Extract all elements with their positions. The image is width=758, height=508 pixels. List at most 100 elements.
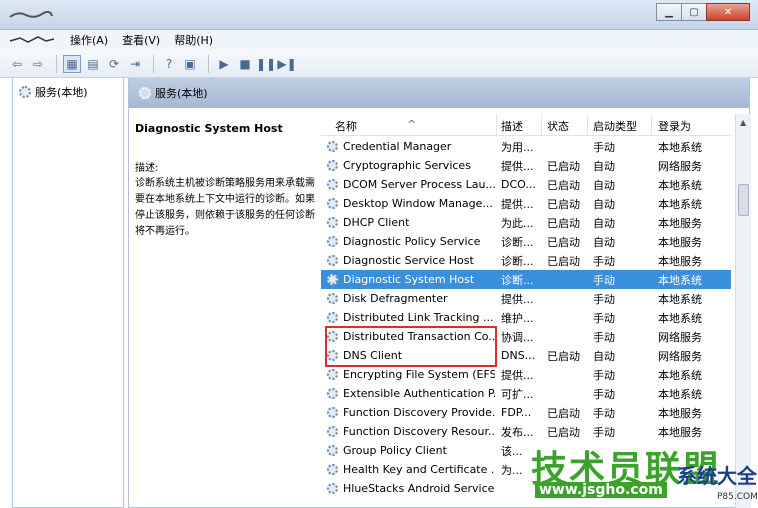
export-icon[interactable]: ⇥ xyxy=(126,55,144,73)
description-text: 诊断系统主机被诊断策略服务用来承载需要在本地系统上下文中运行的诊断。如果停止该服… xyxy=(135,178,315,237)
service-startup-type: 自动 xyxy=(593,159,615,173)
menu-help[interactable]: 帮助(H) xyxy=(174,32,213,48)
service-startup-type: 自动 xyxy=(593,197,615,211)
service-gear-icon xyxy=(327,293,338,304)
column-logon[interactable]: 登录为 xyxy=(658,118,691,134)
service-name: Cryptographic Services xyxy=(343,159,471,172)
service-startup-type: 手动 xyxy=(593,273,615,287)
column-separator[interactable] xyxy=(496,114,497,136)
service-row[interactable]: DHCP Client 为此... 已启动 自动 本地服务 xyxy=(321,213,731,232)
service-row[interactable]: Function Discovery Provide... FDP... 已启动 手动… xyxy=(321,403,731,422)
service-status: 已启动 xyxy=(547,425,580,439)
service-status: 已启动 xyxy=(547,406,580,420)
service-row[interactable]: Diagnostic Policy Service 诊断... 已启动 自动 本地服务 xyxy=(321,232,731,251)
service-startup-type: 手动 xyxy=(593,254,615,268)
tree-item-services-local[interactable]: 服务(本地) xyxy=(19,84,88,100)
service-startup-type: 手动 xyxy=(593,425,615,439)
service-gear-icon xyxy=(327,160,338,171)
service-row[interactable]: Credential Manager 为用... 手动 本地系统 xyxy=(321,137,731,156)
app-icon xyxy=(9,10,53,18)
service-gear-icon xyxy=(327,274,338,285)
scroll-up-icon[interactable]: ▲ xyxy=(740,118,746,127)
service-logon: 本地服务 xyxy=(658,425,702,439)
service-gear-icon xyxy=(327,198,338,209)
column-startup-type[interactable]: 启动类型 xyxy=(593,118,637,134)
pause-service-icon[interactable]: ❚❚ xyxy=(256,55,276,73)
service-row[interactable]: Cryptographic Services 提供... 已启动 自动 网络服务 xyxy=(321,156,731,175)
service-gear-icon xyxy=(327,255,338,266)
service-description: 提供... xyxy=(501,159,534,173)
service-startup-type: 手动 xyxy=(593,311,615,325)
service-startup-type: 手动 xyxy=(593,406,615,420)
service-status: 已启动 xyxy=(547,197,580,211)
properties-icon[interactable]: ▤ xyxy=(84,55,102,73)
service-logon: 本地系统 xyxy=(658,197,702,211)
service-description: 提供... xyxy=(501,197,534,211)
window-controls: ▁ ▢ ✕ xyxy=(656,3,750,21)
service-row[interactable]: Encrypting File System (EFS) 提供... 手动 本地系统 xyxy=(321,365,731,384)
file-menu[interactable] xyxy=(8,34,56,46)
service-description: 诊断... xyxy=(501,235,534,249)
service-name: Encrypting File System (EFS) xyxy=(343,368,495,381)
service-startup-type: 手动 xyxy=(593,140,615,154)
help-icon[interactable]: ? xyxy=(160,55,178,73)
highlight-box xyxy=(325,326,497,367)
service-gear-icon xyxy=(327,236,338,247)
service-gear-icon xyxy=(327,445,338,456)
back-icon[interactable]: ⇦ xyxy=(8,55,26,73)
service-name: Extensible Authentication P... xyxy=(343,387,495,400)
menu-view[interactable]: 查看(V) xyxy=(122,32,160,48)
scrollbar-thumb[interactable] xyxy=(738,184,749,216)
maximize-button[interactable]: ▢ xyxy=(681,3,707,21)
service-row[interactable]: Function Discovery Resour... 发布... 已启动 手动 本地… xyxy=(321,422,731,441)
console-tree-icon[interactable]: ▦ xyxy=(63,54,81,73)
column-description[interactable]: 描述 xyxy=(501,118,523,134)
menu-bar: 操作(A) 查看(V) 帮助(H) xyxy=(0,30,758,50)
stop-service-icon[interactable]: ■ xyxy=(236,55,254,73)
service-name: Distributed Link Tracking ... xyxy=(343,311,494,324)
service-description: 诊断... xyxy=(501,254,534,268)
column-status[interactable]: 状态 xyxy=(547,118,569,134)
service-row[interactable]: Disk Defragmenter 提供... 手动 本地系统 xyxy=(321,289,731,308)
service-row[interactable]: DCOM Server Process Lau... DCO... 已启动 自动 本地系… xyxy=(321,175,731,194)
service-gear-icon xyxy=(327,426,338,437)
service-row[interactable]: Diagnostic System Host 诊断... 手动 本地系统 xyxy=(321,270,731,289)
refresh-icon[interactable]: ⟳ xyxy=(105,55,123,73)
column-name[interactable]: 名称 xyxy=(335,118,357,134)
service-name: Desktop Window Manage... xyxy=(343,197,493,210)
service-details-title: Diagnostic System Host xyxy=(135,122,283,135)
gear-icon xyxy=(19,86,31,98)
restart-service-icon[interactable]: ▶❚ xyxy=(277,55,296,73)
toolbar-separator xyxy=(153,54,154,73)
service-logon: 本地系统 xyxy=(658,311,702,325)
gear-icon xyxy=(139,87,151,99)
service-description: 发布... xyxy=(501,425,534,439)
service-startup-type: 手动 xyxy=(593,292,615,306)
forward-icon[interactable]: ⇨ xyxy=(29,55,47,73)
menu-action[interactable]: 操作(A) xyxy=(70,32,108,48)
service-description: 诊断... xyxy=(501,273,534,287)
column-separator[interactable] xyxy=(587,114,588,136)
service-logon: 本地服务 xyxy=(658,406,702,420)
service-startup-type: 手动 xyxy=(593,387,615,401)
column-separator[interactable] xyxy=(541,114,542,136)
service-description: 可扩... xyxy=(501,387,534,401)
service-name: HlueStacks Android Service xyxy=(343,482,495,495)
service-logon: 本地系统 xyxy=(658,178,702,192)
close-button[interactable]: ✕ xyxy=(706,3,750,21)
service-description: 维护... xyxy=(501,311,534,325)
service-status: 已启动 xyxy=(547,235,580,249)
minimize-button[interactable]: ▁ xyxy=(656,3,682,21)
view-icon[interactable]: ▣ xyxy=(181,55,199,73)
service-row[interactable]: Extensible Authentication P... 可扩... 手动 本地系… xyxy=(321,384,731,403)
service-name: Function Discovery Provide... xyxy=(343,406,495,419)
start-service-icon[interactable]: ▶ xyxy=(215,55,233,73)
service-name: Diagnostic System Host xyxy=(343,273,475,286)
service-row[interactable]: Distributed Link Tracking ... 维护... 手动 本地系统 xyxy=(321,308,731,327)
service-startup-type: 自动 xyxy=(593,349,615,363)
service-logon: 本地系统 xyxy=(658,292,702,306)
column-separator[interactable] xyxy=(651,114,652,136)
service-row[interactable]: Desktop Window Manage... 提供... 已启动 自动 本地系统 xyxy=(321,194,731,213)
service-description: 提供... xyxy=(501,292,534,306)
service-row[interactable]: Diagnostic Service Host 诊断... 已启动 手动 本地服务 xyxy=(321,251,731,270)
